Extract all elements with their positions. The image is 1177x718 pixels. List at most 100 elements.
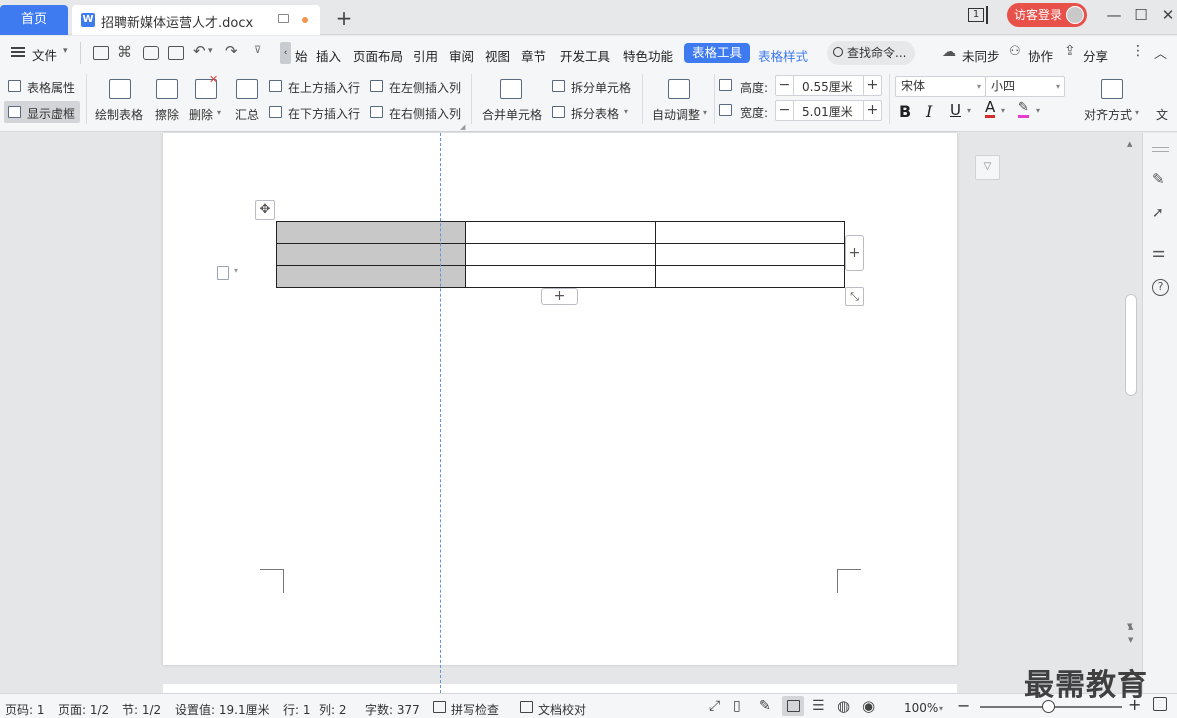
menu-view[interactable]: 视图 [485,46,510,65]
height-value[interactable]: 0.55厘米 [802,78,853,95]
merge-cells-button[interactable]: 合并单元格 [482,106,542,123]
draw-table-button[interactable]: 绘制表格 [95,106,143,123]
status-page-number[interactable]: 页码: 1 [5,701,45,718]
sidebar-grip-icon[interactable] [1152,151,1169,152]
height-decrement-button[interactable]: − [776,76,794,95]
table-properties-button[interactable]: 表格属性 [27,79,75,96]
split-cells-button[interactable]: 拆分单元格 [571,79,631,96]
width-increment-button[interactable]: + [863,101,881,120]
select-icon[interactable]: ➚ [1152,205,1170,223]
undo-icon[interactable]: ↶ [193,42,206,60]
height-spinner[interactable]: − 0.55厘米 + [775,75,882,96]
zoom-dropdown-icon[interactable]: ▾ [939,704,943,713]
add-row-button[interactable]: + [541,288,578,305]
zoom-out-button[interactable]: − [957,696,970,715]
table-cell[interactable] [655,243,845,266]
nav-filter-button[interactable]: ▽ [975,155,1000,180]
web-view-icon[interactable]: ◍ [837,697,850,715]
help-icon[interactable]: ? [1152,279,1169,296]
insert-row-below-button[interactable]: 在下方插入行 [288,105,360,122]
page-view-button[interactable] [782,696,804,716]
pen-icon[interactable]: ✎ [1152,170,1170,188]
insert-col-right-button[interactable]: 在右侧插入列 [389,105,461,122]
table-cell[interactable] [465,243,656,266]
font-color-button[interactable]: A [985,100,996,118]
italic-button[interactable]: I [926,102,932,121]
table-cell[interactable] [276,243,466,266]
paragraph-icon[interactable] [217,266,229,280]
print-icon[interactable] [143,46,159,60]
status-pages[interactable]: 页面: 1/2 [58,701,109,718]
more-icon[interactable]: ⋮ [1131,43,1145,59]
maximize-button[interactable]: ☐ [1131,6,1151,24]
status-column[interactable]: 列: 2 [319,701,347,718]
scroll-thumb[interactable] [1125,294,1137,396]
status-word-count[interactable]: 字数: 377 [365,701,420,718]
customize-toolbar-icon[interactable]: ⊽ [254,45,261,56]
insert-col-left-button[interactable]: 在左侧插入列 [389,79,461,96]
undo-dropdown-icon[interactable]: ▾ [208,46,213,56]
file-menu[interactable]: 文件 [32,45,57,64]
zoom-level[interactable]: 100% [904,701,938,715]
hamburger-icon[interactable] [11,47,25,57]
login-button[interactable]: 访客登录 [1007,3,1087,27]
minimize-button[interactable]: — [1104,6,1124,24]
insert-row-above-button[interactable]: 在上方插入行 [288,79,360,96]
paragraph-dropdown-icon[interactable]: ▾ [234,266,238,275]
scroll-left-icon[interactable]: ‹ [280,42,291,64]
align-button[interactable]: 对齐方式 [1084,106,1132,123]
width-value[interactable]: 5.01厘米 [802,103,853,120]
font-size-select[interactable]: 小四 ▾ [985,76,1065,97]
fit-page-icon[interactable] [1153,697,1167,711]
tab-table-style[interactable]: 表格样式 [758,46,808,65]
save-icon[interactable] [93,46,109,60]
eye-protect-icon[interactable]: ◉ [862,697,875,715]
spell-check-button[interactable]: 拼写检查 [451,701,499,718]
menu-insert[interactable]: 插入 [316,46,341,65]
table-move-handle[interactable]: ✥ [255,200,275,220]
close-button[interactable]: ✕ [1158,6,1177,24]
table-cell[interactable] [465,221,656,244]
width-decrement-button[interactable]: − [776,101,794,120]
menu-references[interactable]: 引用 [413,46,438,65]
auto-fit-dropdown-icon[interactable]: ▾ [703,108,707,117]
print-preview-icon[interactable] [168,46,184,60]
font-color-dropdown-icon[interactable]: ▾ [1001,106,1005,115]
document-table[interactable] [276,221,845,288]
settings-sliders-icon[interactable]: ⚌ [1152,243,1170,261]
add-column-button[interactable]: + [845,235,864,271]
summary-button[interactable]: 汇总 [235,106,259,123]
highlight-icon[interactable]: ✎ [1018,100,1029,118]
table-cell[interactable] [276,265,466,288]
align-dropdown-icon[interactable]: ▾ [1135,108,1139,117]
table-resize-handle[interactable]: ⤡ [845,287,864,306]
menu-review[interactable]: 审阅 [449,46,474,65]
proofread-button[interactable]: 文档校对 [538,701,586,718]
menu-page-layout[interactable]: 页面布局 [353,46,403,65]
highlight-dropdown-icon[interactable]: ▾ [1036,106,1040,115]
collab-button[interactable]: 协作 [1028,46,1053,65]
erase-button[interactable]: 擦除 [155,106,179,123]
prev-page-icon[interactable]: ▲ [1128,623,1133,631]
underline-dropdown-icon[interactable]: ▾ [967,106,971,115]
menu-start[interactable]: 始 [295,46,308,65]
status-row[interactable]: 行: 1 [283,701,311,718]
home-tab[interactable]: 首页 [0,5,68,35]
bold-button[interactable]: B [899,102,911,121]
share-button[interactable]: 分享 [1083,46,1108,65]
page-indicator[interactable]: 1 [968,8,984,22]
text-direction-button[interactable]: 文 [1156,106,1168,123]
table-cell[interactable] [465,265,656,288]
table-cell[interactable] [655,221,845,244]
format-painter-icon[interactable]: ⌘ [117,43,132,61]
new-tab-button[interactable]: + [334,6,354,30]
width-spinner[interactable]: − 5.01厘米 + [775,100,882,121]
table-cell[interactable] [276,221,466,244]
fullscreen-icon[interactable]: ⤢ [709,698,720,714]
edit-mode-icon[interactable]: ✎ [759,698,771,714]
height-increment-button[interactable]: + [863,76,881,95]
outline-view-icon[interactable]: ☰ [812,698,825,714]
underline-button[interactable]: U [950,101,961,119]
collapse-ribbon-icon[interactable]: ︿ [1154,43,1167,62]
delete-button[interactable]: 删除 [189,106,213,123]
